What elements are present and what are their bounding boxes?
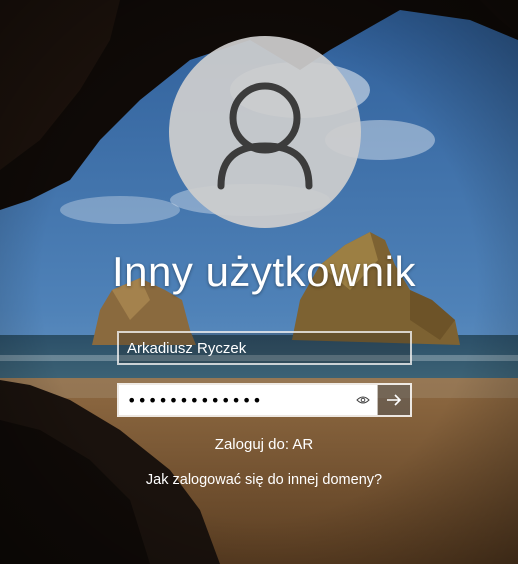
user-avatar bbox=[169, 36, 361, 228]
user-silhouette-icon bbox=[217, 82, 313, 190]
reveal-password-button[interactable] bbox=[349, 385, 377, 415]
user-display-name: Inny użytkownik bbox=[112, 248, 416, 295]
username-field-container bbox=[117, 331, 412, 365]
eye-icon bbox=[356, 396, 370, 404]
username-input[interactable] bbox=[119, 333, 410, 363]
sign-in-domain-label: Zaloguj do: AR bbox=[214, 436, 314, 453]
submit-button[interactable] bbox=[377, 385, 410, 415]
arrow-right-icon bbox=[387, 394, 402, 406]
password-field-container bbox=[117, 383, 412, 417]
password-input[interactable] bbox=[119, 385, 349, 415]
other-domain-link[interactable]: Jak zalogować się do innej domeny? bbox=[0, 472, 518, 488]
